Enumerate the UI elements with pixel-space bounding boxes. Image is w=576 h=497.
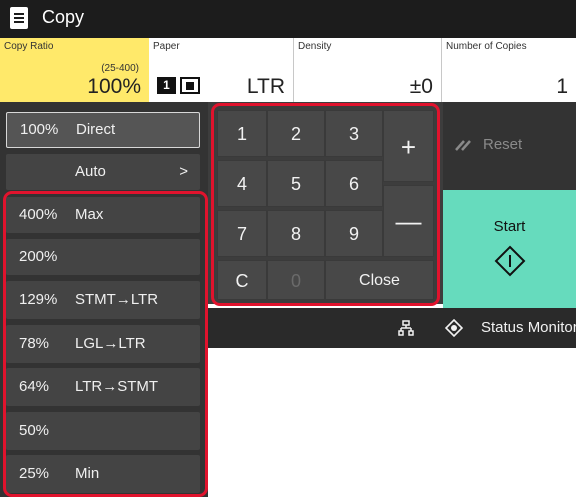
copy-ratio-range: (25-400) [101,63,139,74]
reset-label: Reset [483,136,523,153]
paper-setting[interactable]: Paper 1 LTR [149,38,294,102]
screen-title: Copy [42,7,85,27]
density-label: Density [298,41,332,52]
network-icon[interactable] [398,320,414,336]
status-monitor-icon[interactable] [445,319,463,337]
reset-button[interactable]: Reset [443,106,576,186]
copies-setting[interactable]: Number of Copies 1 [442,38,576,102]
paper-drawer-icon [180,77,200,94]
start-button[interactable]: Start [443,190,576,308]
copies-value: 1 [556,75,568,98]
status-bar: Status Monitor [208,308,576,348]
copies-label: Number of Copies [446,41,527,52]
reset-slash-icon [455,140,471,151]
presets-highlight-frame [3,191,208,497]
ratio-direct-button[interactable]: 100% Direct [6,112,200,148]
title-bar [0,0,576,38]
paper-label: Paper [153,41,180,52]
status-monitor-button[interactable]: Status Monitor [481,319,576,336]
keypad-highlight-frame [211,103,440,306]
ratio-direct-label: Direct [76,121,116,138]
ratio-direct-percent: 100% [20,121,59,138]
paper-size-value: LTR [246,75,285,98]
copy-ratio-setting[interactable]: Copy Ratio (25-400) 100% [0,38,149,102]
start-label: Start [493,218,526,235]
copy-ratio-label: Copy Ratio [4,41,54,52]
chevron-right-icon: > [179,163,188,180]
density-value: ±0 [409,75,433,98]
ratio-auto-label: Auto [75,163,106,180]
paper-tray-number: 1 [157,77,176,94]
copy-document-icon [10,7,28,29]
ratio-auto-button[interactable]: Auto > [6,154,200,190]
copy-ratio-value: 100% [87,75,141,98]
density-setting[interactable]: Density ±0 [294,38,442,102]
start-diamond-icon [494,245,526,277]
